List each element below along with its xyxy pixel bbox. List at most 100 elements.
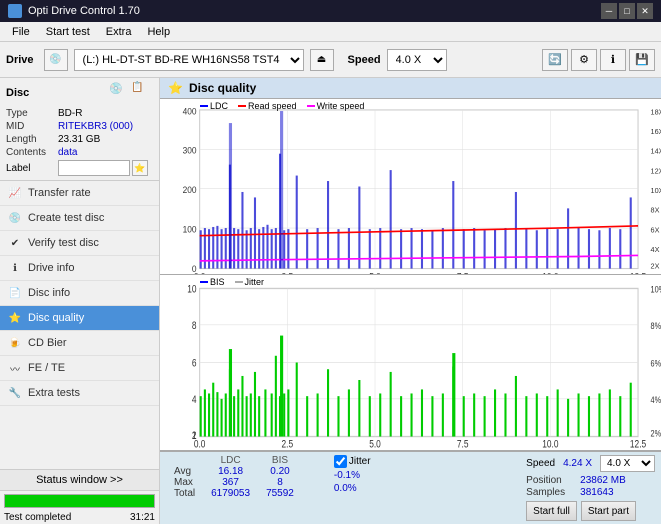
top-chart-legend: LDC Read speed Write speed — [200, 101, 364, 111]
charts-container: LDC Read speed Write speed — [160, 99, 661, 451]
fe-te-label: FE / TE — [28, 362, 65, 374]
transfer-rate-icon: 📈 — [8, 186, 22, 200]
disc-quality-label: Disc quality — [28, 312, 84, 324]
svg-text:10X: 10X — [651, 186, 661, 195]
nav-item-cd-bier[interactable]: 🍺CD Bier — [0, 331, 159, 356]
nav-item-verify-test-disc[interactable]: ✔Verify test disc — [0, 231, 159, 256]
write-speed-legend: Write speed — [307, 101, 365, 111]
svg-text:8%: 8% — [651, 320, 661, 331]
start-buttons: Start full Start part — [526, 501, 655, 521]
app-title: Opti Drive Control 1.70 — [28, 5, 601, 17]
ldc-legend: LDC — [200, 101, 228, 111]
speed-dropdown[interactable]: 4.0 X — [600, 455, 655, 472]
label-icon-button[interactable]: ⭐ — [132, 160, 148, 176]
drive-bar: Drive 💿 (L:) HL-DT-ST BD-RE WH16NS58 TST… — [0, 42, 661, 78]
menu-item-extra[interactable]: Extra — [98, 24, 140, 40]
bottom-chart-legend: BIS Jitter — [200, 277, 264, 287]
start-part-button[interactable]: Start part — [581, 501, 636, 521]
stats-table: LDC BIS Avg 16.18 0.20 Max 367 8 — [166, 455, 322, 499]
create-test-disc-label: Create test disc — [28, 212, 104, 224]
avg-row: Avg 16.18 0.20 — [166, 466, 322, 477]
position-info: Position 23862 MB Samples 381643 — [526, 475, 655, 498]
svg-text:12X: 12X — [651, 166, 661, 175]
svg-text:16X: 16X — [651, 127, 661, 136]
app-icon — [8, 4, 22, 18]
nav-item-fe-te[interactable]: 〰 FE / TE — [0, 356, 159, 381]
avg-label: Avg — [166, 466, 203, 477]
stats-bar: LDC BIS Avg 16.18 0.20 Max 367 8 — [160, 451, 661, 524]
top-chart-svg: 400 300 200 100 0 0.0 2.5 5.0 7.5 10.0 1… — [160, 99, 661, 274]
start-full-button[interactable]: Start full — [526, 501, 577, 521]
nav-item-disc-info[interactable]: 📄Disc info — [0, 281, 159, 306]
menu-item-file[interactable]: File — [4, 24, 38, 40]
jitter-checkbox-row: Jitter — [334, 455, 371, 468]
nav-item-create-test-disc[interactable]: 💿Create test disc — [0, 206, 159, 231]
drive-icon-button[interactable]: 💿 — [44, 49, 68, 71]
max-ldc: 367 — [203, 477, 258, 488]
status-window-button[interactable]: Status window >> — [0, 470, 159, 491]
stat-empty2-col — [302, 455, 322, 466]
info-button[interactable]: ℹ — [600, 49, 626, 71]
menu-item-start-test[interactable]: Start test — [38, 24, 98, 40]
write-speed-legend-dot — [307, 105, 315, 107]
close-button[interactable]: ✕ — [637, 3, 653, 19]
save-button[interactable]: 💾 — [629, 49, 655, 71]
svg-text:10.0: 10.0 — [542, 438, 558, 450]
nav-item-extra-tests[interactable]: 🔧Extra tests — [0, 381, 159, 406]
svg-text:6: 6 — [192, 358, 197, 370]
samples-val: 381643 — [580, 487, 613, 498]
eject-button[interactable]: ⏏ — [310, 49, 334, 71]
disc-info-icon: 📄 — [8, 286, 22, 300]
max-row: Max 367 8 — [166, 477, 322, 488]
refresh-button[interactable]: 🔄 — [542, 49, 568, 71]
svg-text:2%: 2% — [651, 428, 661, 439]
svg-text:7.5: 7.5 — [457, 271, 469, 274]
svg-text:7.5: 7.5 — [457, 438, 469, 450]
disc-quality-title: Disc quality — [189, 81, 256, 95]
disc-panel: Disc 💿 📋 Type BD-R MID RITEKBR3 (000) Le… — [0, 78, 159, 181]
contents-val: data — [58, 147, 77, 158]
jitter-checkbox[interactable] — [334, 455, 347, 468]
speed-info-label: Speed — [526, 458, 555, 469]
speed-select[interactable]: 4.0 X — [387, 49, 447, 71]
avg-ldc: 16.18 — [203, 466, 258, 477]
nav-item-disc-quality[interactable]: ⭐Disc quality — [0, 306, 159, 331]
nav-items: 📈Transfer rate💿Create test disc✔Verify t… — [0, 181, 159, 469]
svg-text:12.5: 12.5 — [630, 438, 646, 450]
disc-section-label: Disc — [6, 87, 109, 99]
svg-text:2X: 2X — [651, 261, 660, 270]
settings-button[interactable]: ⚙ — [571, 49, 597, 71]
svg-text:12.5: 12.5 — [630, 271, 646, 274]
svg-text:4: 4 — [192, 394, 197, 406]
fe-te-icon: 〰 — [8, 361, 22, 375]
position-val: 23862 MB — [580, 475, 626, 486]
bottom-chart-wrapper: BIS Jitter — [160, 275, 661, 451]
jitter-legend: Jitter — [235, 277, 265, 287]
label-input[interactable] — [58, 160, 130, 176]
bis-legend-label: BIS — [210, 277, 225, 287]
read-speed-legend: Read speed — [238, 101, 297, 111]
drive-select[interactable]: (L:) HL-DT-ST BD-RE WH16NS58 TST4 — [74, 49, 304, 71]
menu-item-help[interactable]: Help — [139, 24, 178, 40]
svg-text:4X: 4X — [651, 245, 660, 254]
right-controls: Speed 4.24 X 4.0 X Position 23862 MB Sam… — [526, 455, 655, 521]
maximize-button[interactable]: □ — [619, 3, 635, 19]
total-ldc: 6179053 — [203, 488, 258, 499]
verify-test-disc-label: Verify test disc — [28, 237, 99, 249]
extra-tests-label: Extra tests — [28, 387, 80, 399]
contents-key: Contents — [6, 147, 58, 158]
status-time: 31:21 — [130, 512, 155, 523]
type-val: BD-R — [58, 108, 82, 119]
svg-text:14X: 14X — [651, 147, 661, 156]
svg-text:200: 200 — [183, 185, 197, 195]
drive-info-icon: ℹ — [8, 261, 22, 275]
minimize-button[interactable]: ─ — [601, 3, 617, 19]
svg-text:0.0: 0.0 — [194, 438, 206, 450]
nav-item-transfer-rate[interactable]: 📈Transfer rate — [0, 181, 159, 206]
svg-text:0.0: 0.0 — [194, 271, 206, 274]
total-bis: 75592 — [258, 488, 302, 499]
nav-item-drive-info[interactable]: ℹDrive info — [0, 256, 159, 281]
svg-text:5.0: 5.0 — [369, 438, 381, 450]
svg-text:2.5: 2.5 — [282, 271, 294, 274]
svg-text:8: 8 — [192, 320, 197, 332]
